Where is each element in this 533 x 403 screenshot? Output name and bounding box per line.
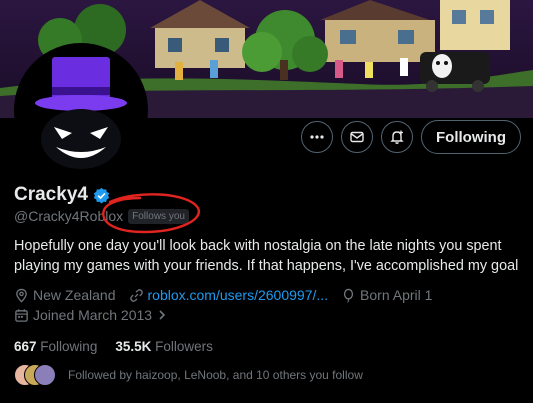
more-button[interactable] [301,121,334,153]
website[interactable]: roblox.com/users/2600997/... [129,287,329,303]
message-button[interactable] [341,121,374,153]
link-icon [129,288,143,302]
envelope-icon [350,131,364,143]
following-count: 667 [14,339,37,354]
handle-row: @Cracky4Roblox Follows you [14,208,189,224]
balloon-icon [343,288,354,303]
followers-stat[interactable]: 35.5K Followers [115,339,213,354]
following-label: Following [40,339,98,354]
joined-date[interactable]: Joined March 2013 [14,307,168,323]
birthday-text: Born April 1 [360,287,433,303]
bell-plus-icon [390,130,404,144]
profile-actions: Following [301,120,521,154]
bio-text: Hopefully one day you'll look back with … [14,238,519,274]
website-link[interactable]: roblox.com/users/2600997/... [148,287,329,303]
chevron-right-icon [159,310,166,320]
mutual-avatars [14,364,56,386]
joined-text: Joined March 2013 [33,307,153,323]
notifications-button[interactable] [381,121,414,153]
followed-by-row[interactable]: Followed by haizoop, LeNoob, and 10 othe… [14,364,363,386]
location-text: New Zealand [33,287,116,303]
followed-by-text: Followed by haizoop, LeNoob, and 10 othe… [68,368,363,382]
more-horizontal-icon [310,135,324,139]
followers-count: 35.5K [115,339,152,354]
followers-label: Followers [155,339,213,354]
avatar[interactable] [14,43,148,177]
calendar-icon [15,308,28,322]
profile-meta-row: New Zealand roblox.com/users/2600997/...… [14,287,445,303]
follows-you-badge: Follows you [128,208,189,224]
following-button[interactable]: Following [421,120,521,154]
location: New Zealand [14,287,116,303]
joined-row[interactable]: Joined March 2013 [14,307,181,323]
verified-badge-icon[interactable] [93,187,110,204]
name-row: Cracky4 [14,184,110,206]
follow-stats: 667 Following 35.5K Followers [14,339,213,354]
username-handle: @Cracky4Roblox [14,208,124,224]
mutual-avatar [34,364,56,386]
top-hat-character-image [18,47,144,173]
following-stat[interactable]: 667 Following [14,339,97,354]
display-name: Cracky4 [14,184,88,205]
location-pin-icon [16,288,27,302]
birthday: Born April 1 [341,287,432,303]
